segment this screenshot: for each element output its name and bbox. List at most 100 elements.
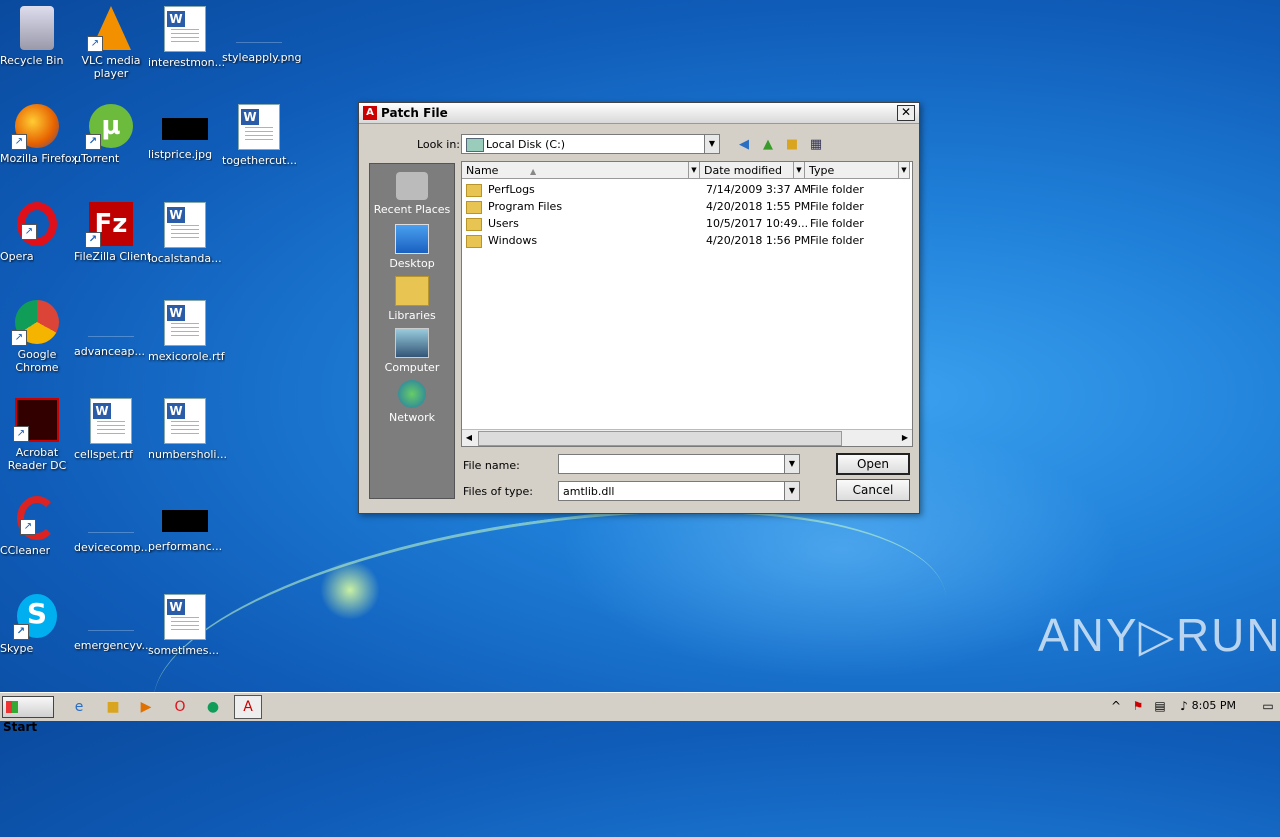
file-name-input[interactable]: ▼ [558, 454, 800, 474]
column-label: Type [809, 164, 835, 177]
desktop-icon-file[interactable]: W mexicorole.rtf [148, 300, 225, 363]
chevron-down-icon[interactable]: ▼ [704, 134, 720, 154]
place-desktop[interactable]: Desktop [370, 224, 454, 270]
scroll-right-icon[interactable]: ▶ [898, 430, 912, 446]
patch-file-dialog: A Patch File ✕ Look in: Local Disk (C:) … [358, 102, 920, 514]
desktop-icon-filezilla[interactable]: Fz ↗ FileZilla Client [74, 202, 151, 263]
scroll-left-icon[interactable]: ◀ [462, 430, 476, 446]
chevron-down-icon[interactable]: ▼ [793, 162, 804, 178]
internet-explorer-icon[interactable]: e [66, 696, 92, 718]
image-thumbnail-icon [162, 510, 208, 532]
desktop-icon-file[interactable]: emergencyv... [74, 594, 152, 652]
network-icon[interactable]: ▤ [1152, 698, 1168, 714]
volume-icon[interactable]: ♪ [1176, 698, 1192, 714]
place-computer[interactable]: Computer [370, 328, 454, 374]
file-name-label: File name: [463, 459, 520, 472]
place-label: Recent Places [373, 203, 451, 216]
chevron-down-icon[interactable]: ▼ [688, 162, 699, 178]
desktop-icon-chrome[interactable]: ↗ Google Chrome [0, 300, 74, 374]
desktop-icon-file[interactable]: W numbersholi... [148, 398, 227, 461]
open-button[interactable]: Open [836, 453, 910, 475]
desktop-icon-recycle-bin[interactable]: Recycle Bin [0, 6, 74, 67]
desktop-icon-acrobat[interactable]: ↗ Acrobat Reader DC [0, 398, 74, 472]
view-menu-icon[interactable]: ▦ [807, 136, 825, 154]
dialog-title: Patch File [381, 106, 448, 120]
start-button[interactable]: Start [2, 696, 54, 734]
column-header-name[interactable]: Name ▲ ▼ [462, 162, 700, 179]
file-row[interactable]: Windows 4/20/2018 1:56 PM File folder [462, 232, 912, 249]
horizontal-scrollbar[interactable]: ◀ ▶ [462, 429, 912, 446]
computer-icon [395, 328, 429, 358]
desktop-icon-file[interactable]: W togethercut... [222, 104, 297, 167]
file-name: Windows [488, 234, 538, 247]
place-recent-places[interactable]: Recent Places [370, 172, 454, 216]
desktop-icon-ccleaner[interactable]: ↗ CCleaner [0, 496, 74, 557]
up-folder-icon[interactable]: ▲ [759, 136, 777, 154]
desktop-icon-file[interactable]: W cellspet.rtf [74, 398, 148, 461]
skype-icon: S ↗ [13, 594, 57, 640]
image-thumbnail-icon [162, 118, 208, 140]
places-bar: Recent Places Desktop Libraries Computer… [369, 163, 455, 499]
place-libraries[interactable]: Libraries [370, 276, 454, 322]
desktop-icon-skype[interactable]: S ↗ Skype [0, 594, 74, 655]
adobe-icon: A [363, 106, 377, 120]
opera-icon[interactable]: O [167, 696, 193, 718]
column-header-date[interactable]: Date modified ▼ [700, 162, 805, 179]
local-disk-icon [466, 138, 484, 152]
desktop-icon-opera[interactable]: ↗ Opera [0, 202, 74, 263]
desktop-icon-file[interactable]: styleapply.png [222, 6, 302, 64]
desktop-icon-file[interactable]: W sometimes... [148, 594, 222, 657]
show-hidden-icons-icon[interactable]: ^ [1108, 698, 1124, 714]
filezilla-icon: Fz ↗ [85, 202, 133, 248]
scrollbar-thumb[interactable] [478, 431, 842, 446]
file-name: PerfLogs [488, 183, 535, 196]
desktop-icon-file[interactable]: advanceap... [74, 300, 148, 358]
place-label: Libraries [388, 309, 436, 322]
chrome-icon: ↗ [11, 300, 59, 346]
wallpaper-sparkle [320, 560, 380, 620]
file-thumbnail-icon [88, 608, 134, 631]
explorer-icon[interactable]: ■ [100, 696, 126, 718]
file-thumbnail-icon [88, 314, 134, 337]
place-label: Computer [384, 361, 440, 374]
clock[interactable]: 8:05 PM [1192, 699, 1236, 712]
file-type: File folder [810, 200, 864, 213]
chevron-down-icon[interactable]: ▼ [898, 162, 909, 178]
chevron-down-icon[interactable]: ▼ [784, 454, 800, 474]
show-desktop-icon[interactable]: ▭ [1260, 698, 1276, 714]
chevron-down-icon[interactable]: ▼ [784, 481, 800, 501]
place-network[interactable]: Network [370, 380, 454, 424]
desktop-icon-file[interactable]: W interestmon... [148, 6, 225, 69]
chrome-icon[interactable]: ● [200, 696, 226, 718]
file-row[interactable]: Program Files 4/20/2018 1:55 PM File fol… [462, 198, 912, 215]
close-button[interactable]: ✕ [897, 105, 915, 121]
file-row[interactable]: Users 10/5/2017 10:49... File folder [462, 215, 912, 232]
desktop-icon-file[interactable]: listprice.jpg [148, 104, 222, 161]
back-icon[interactable]: ◀ [735, 136, 753, 154]
media-player-icon[interactable]: ▶ [133, 696, 159, 718]
dialog-titlebar[interactable]: A Patch File ✕ [359, 103, 919, 124]
word-document-icon: W [164, 6, 206, 52]
look-in-row: Look in: Local Disk (C:) ▼ ◀ ▲ ■ ▦ [359, 133, 919, 157]
word-document-icon: W [164, 300, 206, 346]
file-row[interactable]: PerfLogs 7/14/2009 3:37 AM File folder [462, 181, 912, 198]
column-header-type[interactable]: Type ▼ [805, 162, 910, 179]
cancel-button[interactable]: Cancel [836, 479, 910, 501]
desktop-icon-file[interactable]: performanc... [148, 496, 222, 553]
new-folder-icon[interactable]: ■ [783, 136, 801, 154]
desktop-icon-file[interactable]: W localstanda... [148, 202, 222, 265]
desktop-icon-utorrent[interactable]: µ ↗ µTorrent [74, 104, 148, 165]
folder-icon [466, 200, 482, 214]
desktop-icon-vlc[interactable]: ↗ VLC media player [74, 6, 148, 80]
acrobat-taskbar-icon[interactable]: A [234, 695, 262, 719]
files-of-type-select[interactable]: amtlib.dll ▼ [558, 481, 800, 501]
desktop-icon-file[interactable]: devicecomp... [74, 496, 151, 554]
word-document-icon: W [164, 202, 206, 248]
look-in-combo[interactable]: Local Disk (C:) ▼ [461, 134, 720, 154]
vlc-icon: ↗ [87, 6, 131, 52]
action-center-icon[interactable]: ⚑ [1130, 698, 1146, 714]
recent-places-icon [396, 172, 428, 200]
desktop-icon-firefox[interactable]: ↗ Mozilla Firefox [0, 104, 78, 165]
file-date: 4/20/2018 1:55 PM [706, 200, 811, 213]
sort-ascending-icon: ▲ [529, 167, 537, 176]
